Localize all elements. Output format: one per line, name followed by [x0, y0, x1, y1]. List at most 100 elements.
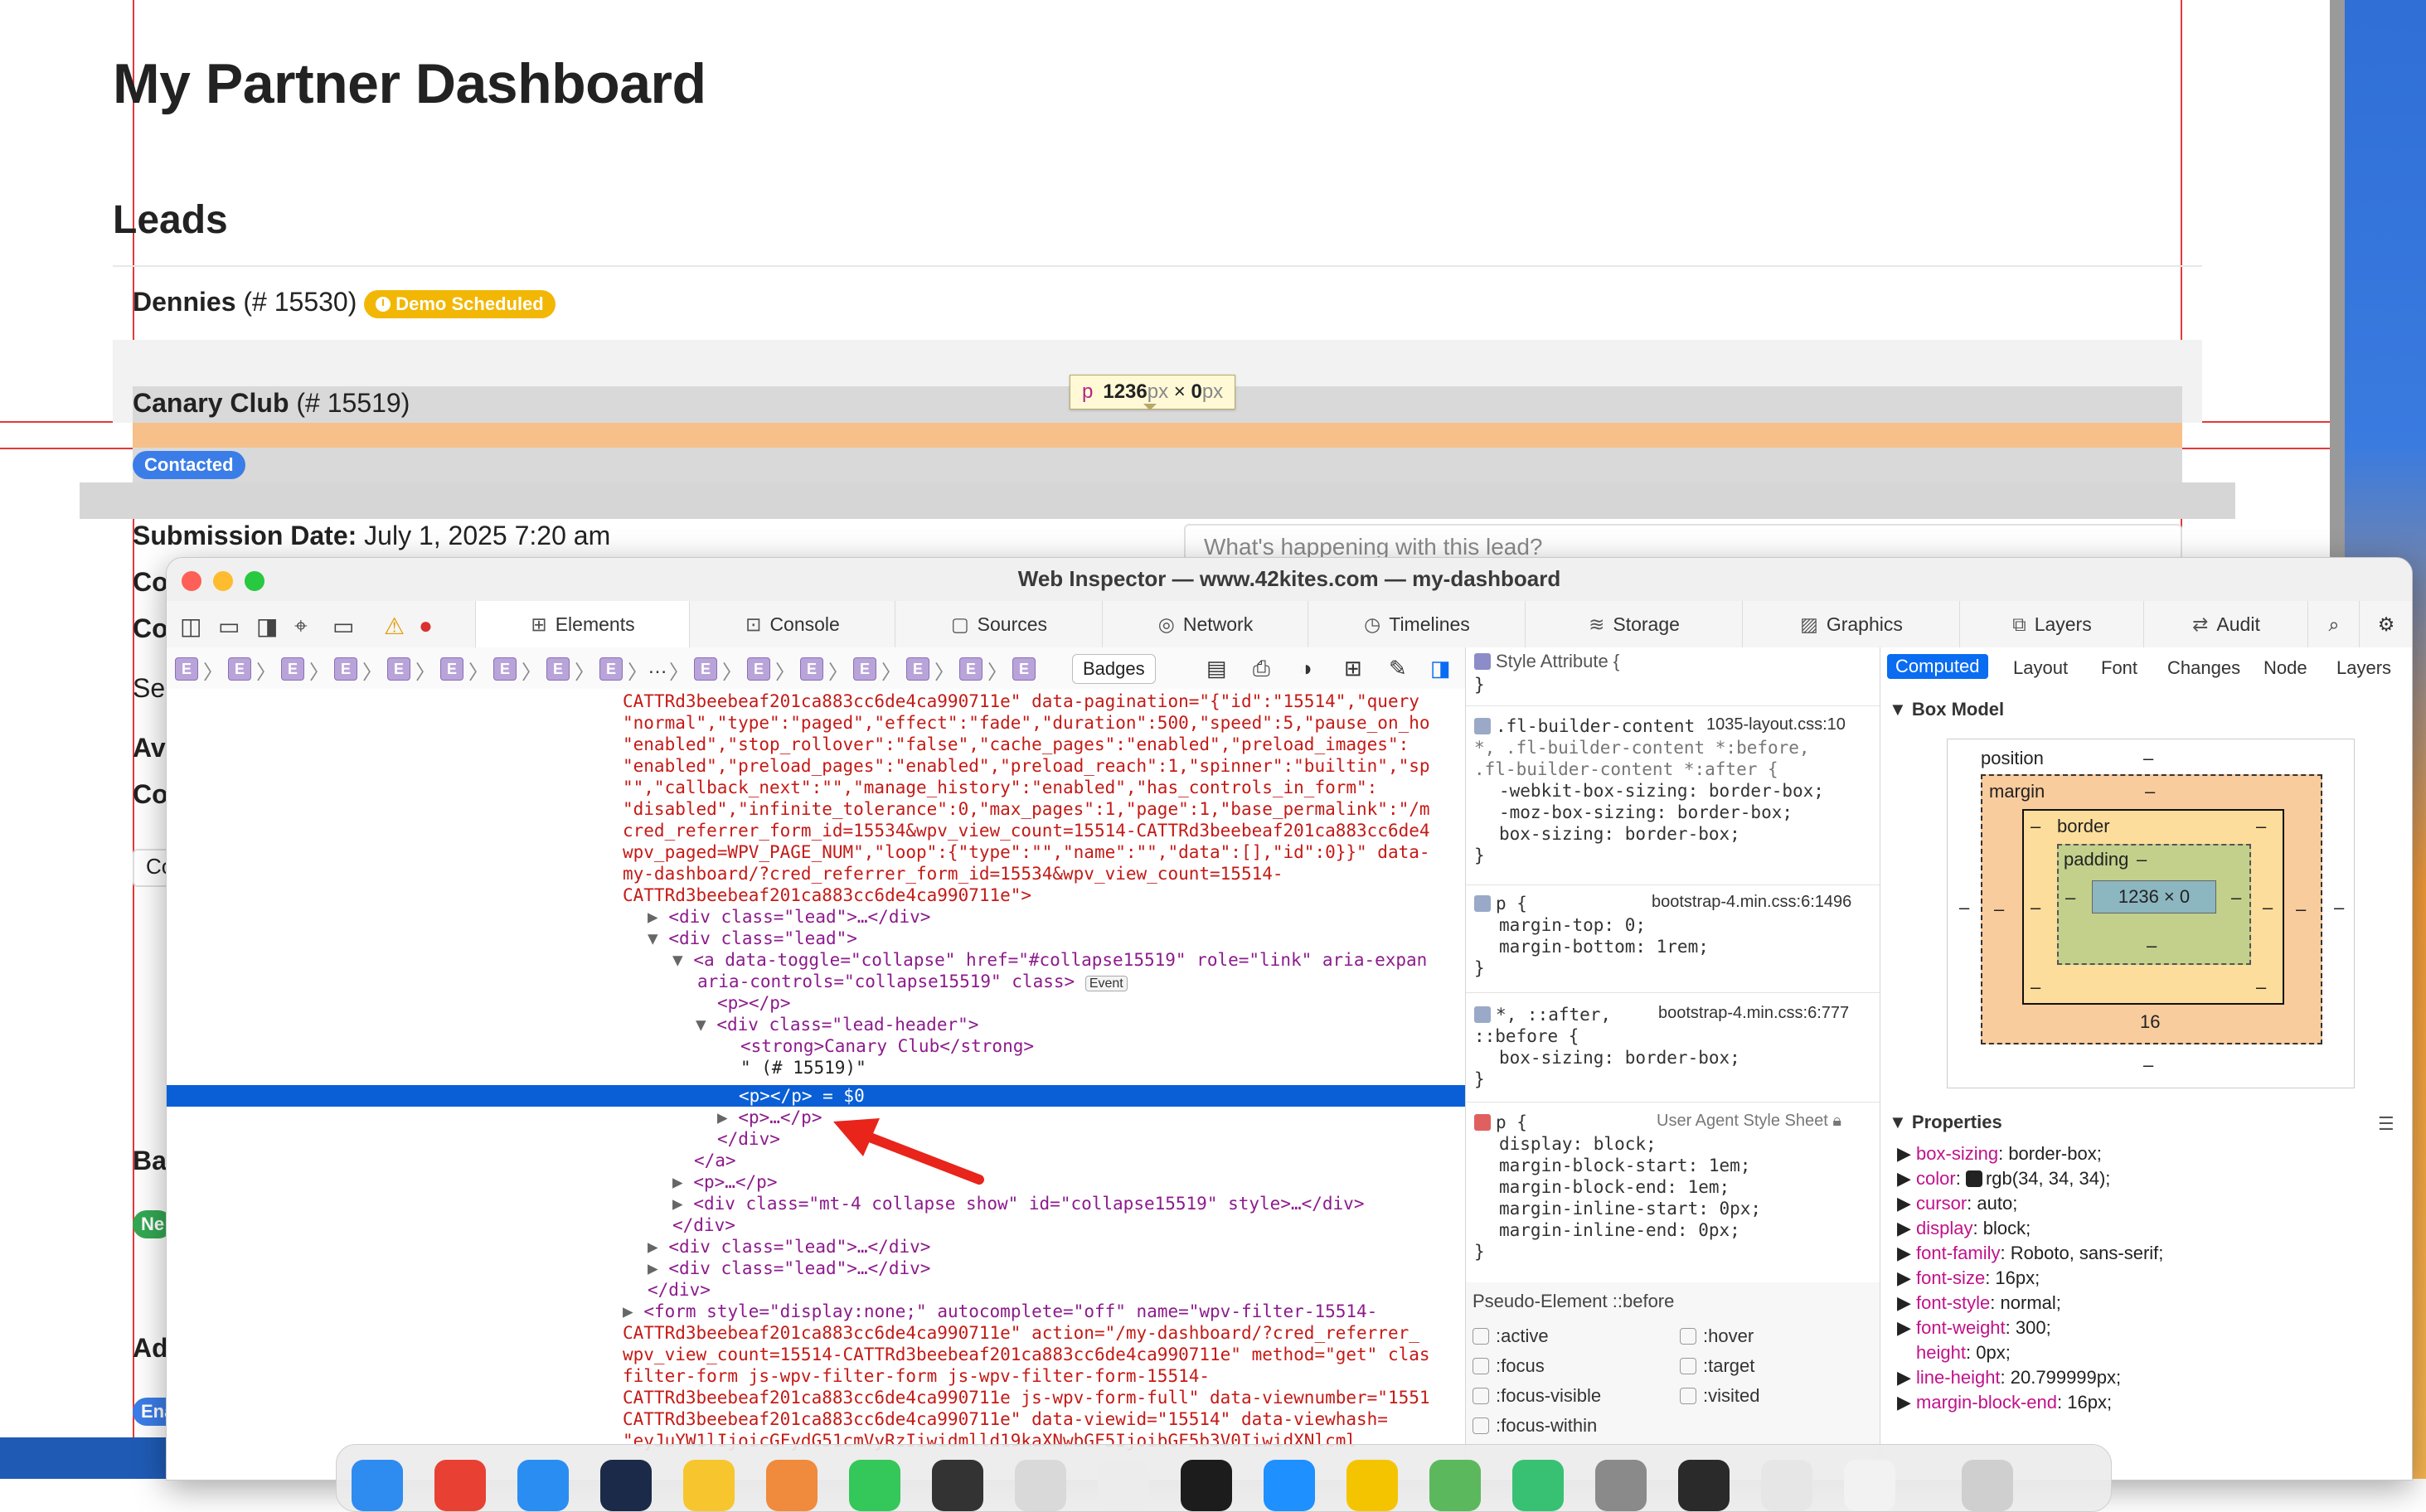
badges-button[interactable]: Badges	[1072, 654, 1156, 684]
position-value[interactable]: –	[1959, 897, 1969, 918]
disclosure-triangle-icon[interactable]: ▶	[648, 1237, 658, 1257]
app-icon[interactable]	[1761, 1460, 1812, 1511]
css-property[interactable]: margin-bottom: 1rem;	[1499, 936, 1709, 957]
crumb-element[interactable]: E	[959, 657, 983, 681]
rule-source-link[interactable]: bootstrap-4.min.css:6:777	[1658, 1002, 1849, 1024]
margin-bottom-value[interactable]: 16	[2140, 1011, 2160, 1033]
dom-node[interactable]: ▶ <p>…</p>	[717, 1107, 822, 1128]
app-icon[interactable]	[1595, 1460, 1647, 1511]
computed-property[interactable]: ▶ color: rgb(34, 34, 34);	[1897, 1166, 2110, 1191]
tab-timelines[interactable]: ◷ Timelines	[1308, 601, 1526, 647]
tab-network[interactable]: ◎ Network	[1102, 601, 1308, 647]
disclosure-triangle-icon[interactable]: ▶	[672, 1194, 683, 1214]
tab-elements[interactable]: ⊞ Elements	[475, 601, 690, 647]
disclosure-triangle-icon[interactable]: ▶	[623, 1301, 633, 1321]
tab-layout[interactable]: Layout	[2013, 657, 2068, 679]
css-property[interactable]: box-sizing: border-box;	[1499, 823, 1740, 845]
computed-property[interactable]: ▶ line-height: 20.799999px;	[1897, 1365, 2121, 1390]
box-model-content[interactable]: 1236 × 0	[2092, 880, 2216, 914]
appearance-icon[interactable]: ◑	[1299, 656, 1312, 681]
crumb-element[interactable]: E	[599, 657, 623, 681]
finder-icon[interactable]	[352, 1460, 403, 1511]
border-value[interactable]: –	[2256, 976, 2266, 998]
computed-property[interactable]: ▶ font-size: 16px;	[1897, 1266, 2040, 1291]
event-badge[interactable]: Event	[1084, 976, 1128, 991]
dock-side-icon[interactable]: ◫	[180, 613, 201, 640]
crumb-element[interactable]: E	[228, 657, 251, 681]
pseudo-hover-checkbox[interactable]: :hover	[1680, 1325, 1754, 1347]
css-rule-fl-builder[interactable]: .fl-builder-content 1035-layout.css:10 *…	[1466, 705, 1880, 885]
warning-icon[interactable]: ⚠	[384, 613, 405, 640]
padding-value[interactable]: –	[2065, 887, 2075, 909]
dom-node[interactable]: CATTRd3beebeaf201ca883cc6de4ca990711e js…	[623, 1387, 1430, 1408]
filter-options-icon[interactable]: ☰	[2378, 1113, 2394, 1135]
tab-layers[interactable]: ⧉ Layers	[1959, 601, 2144, 647]
border-value[interactable]: –	[2031, 976, 2040, 998]
notes-icon[interactable]	[683, 1460, 735, 1511]
pseudo-focus-within-checkbox[interactable]: :focus-within	[1473, 1415, 1597, 1437]
device-icon[interactable]: ▭	[332, 613, 354, 640]
disclosure-triangle-icon[interactable]: ▶	[648, 1258, 658, 1278]
disclosure-triangle-icon[interactable]: ▶	[717, 1107, 728, 1127]
search-button[interactable]: ⌕	[2307, 601, 2360, 647]
box-model-heading[interactable]: ▼ Box Model	[1889, 699, 2004, 720]
pseudo-target-checkbox[interactable]: :target	[1680, 1355, 1754, 1377]
pseudo-focus-checkbox[interactable]: :focus	[1473, 1355, 1545, 1377]
computed-property[interactable]: ▶ cursor: auto;	[1897, 1191, 2017, 1216]
css-rule-p-bootstrap[interactable]: p { bootstrap-4.min.css:6:1496 margin-to…	[1466, 884, 1880, 993]
crumb-element[interactable]: E	[800, 657, 823, 681]
crumb-element[interactable]: E	[747, 657, 770, 681]
trash-icon[interactable]	[1962, 1460, 2013, 1511]
dock-bottom-icon[interactable]: ▭	[218, 613, 240, 640]
margin-value[interactable]: –	[2145, 781, 2155, 802]
disclosure-triangle-icon[interactable]: ▼	[696, 1015, 706, 1035]
dom-node[interactable]: aria-controls="collapse15519" class> Eve…	[697, 971, 1128, 992]
position-value[interactable]: –	[2143, 748, 2153, 769]
disclosure-triangle-icon[interactable]: ▶	[672, 1172, 683, 1192]
app-icon[interactable]	[1015, 1460, 1066, 1511]
app-icon[interactable]	[1346, 1460, 1398, 1511]
dom-node[interactable]: ▶ <div class="lead">…</div>	[648, 1258, 930, 1279]
computed-property[interactable]: ▶ height: 0px;	[1897, 1340, 2011, 1365]
element-picker-icon[interactable]: ⌖	[294, 613, 308, 640]
tab-sources[interactable]: ▢ Sources	[895, 601, 1103, 647]
border-value[interactable]: –	[2031, 816, 2040, 837]
computed-property[interactable]: ▶ box-sizing: border-box;	[1897, 1141, 2102, 1166]
tab-audit[interactable]: ⇄ Audit	[2143, 601, 2308, 647]
app-icon[interactable]	[600, 1460, 652, 1511]
dom-node[interactable]: CATTRd3beebeaf201ca883cc6de4ca990711e" a…	[623, 1322, 1419, 1344]
tab-node[interactable]: Node	[2263, 657, 2307, 679]
css-property[interactable]: box-sizing: border-box;	[1499, 1047, 1740, 1069]
app-icon[interactable]	[1098, 1460, 1149, 1511]
crumb-element[interactable]: E	[387, 657, 410, 681]
computed-property[interactable]: ▶ margin-block-end: 16px;	[1897, 1390, 2112, 1415]
app-icon[interactable]	[932, 1460, 983, 1511]
position-value[interactable]: –	[2334, 897, 2344, 918]
pen-icon[interactable]: ✎	[1389, 656, 1407, 681]
padding-value[interactable]: –	[2231, 887, 2241, 909]
dom-node[interactable]: ▶ <div class="lead">…</div>	[648, 1236, 930, 1258]
tab-computed[interactable]: Computed	[1887, 654, 1988, 679]
margin-value[interactable]: –	[1994, 899, 2004, 920]
tab-console[interactable]: ⊡ Console	[689, 601, 895, 647]
rule-source-link[interactable]: 1035-layout.css:10	[1706, 714, 1846, 735]
dom-tree-continued[interactable]: ▶ <p>…</p> </div> </a> ▶ <p>…</p> ▶ <div…	[167, 1107, 1465, 1480]
crumb-element[interactable]: E	[334, 657, 357, 681]
tab-font[interactable]: Font	[2101, 657, 2137, 679]
css-rule-universal[interactable]: *, ::after, bootstrap-4.min.css:6:777 ::…	[1466, 992, 1880, 1102]
dom-node[interactable]: <p></p>	[717, 992, 791, 1014]
computed-property[interactable]: ▶ font-weight: 300;	[1897, 1316, 2051, 1340]
app-icon[interactable]	[434, 1460, 486, 1511]
crumb-element[interactable]: E	[546, 657, 570, 681]
properties-heading[interactable]: ▼ Properties	[1889, 1112, 2002, 1133]
print-icon[interactable]: ⎙	[1253, 656, 1270, 682]
box-model-border[interactable]: – border – – – – – padding – – – – 1236 …	[2022, 809, 2284, 1005]
color-swatch[interactable]	[1965, 1170, 1982, 1187]
box-model-margin[interactable]: margin – – – 16 – border – – – – – paddi…	[1981, 774, 2322, 1044]
computed-property[interactable]: ▶ display: block;	[1897, 1216, 2031, 1241]
tab-graphics[interactable]: ▨ Graphics	[1742, 601, 1960, 647]
settings-button[interactable]: ⚙	[2359, 601, 2412, 647]
app-icon[interactable]	[1429, 1460, 1481, 1511]
messages-icon[interactable]	[849, 1460, 900, 1511]
error-icon[interactable]: ●	[419, 613, 433, 639]
